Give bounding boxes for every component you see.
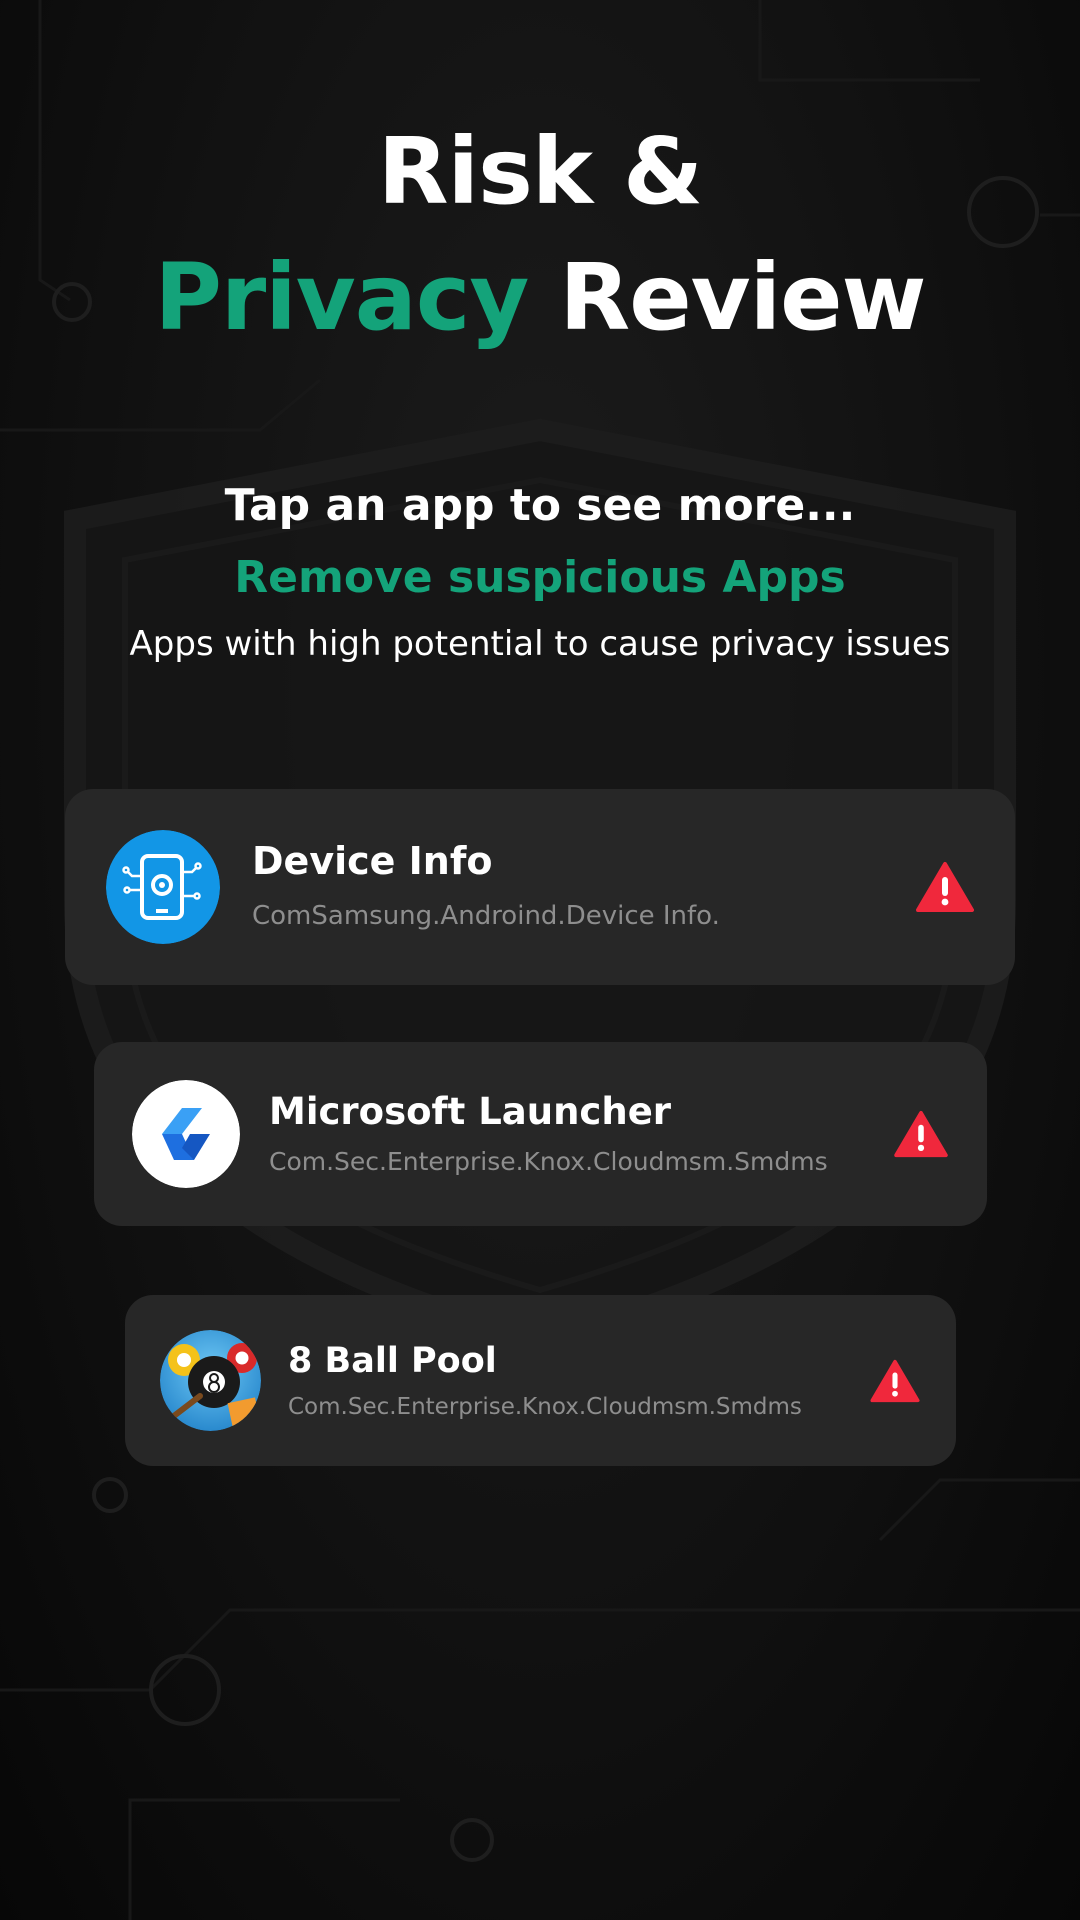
app-name: Microsoft Launcher (269, 1090, 672, 1133)
warning-icon (870, 1359, 920, 1403)
app-name: Device Info (252, 839, 493, 883)
app-card-microsoft-launcher[interactable]: Microsoft Launcher Com.Sec.Enterprise.Kn… (94, 1042, 987, 1226)
page-title-line2: Privacy Review (0, 252, 1080, 344)
8-ball-pool-icon (160, 1330, 261, 1431)
title-text-risk: Risk & (377, 118, 704, 225)
app-package: Com.Sec.Enterprise.Knox.Cloudmsm.Smdms (269, 1147, 828, 1176)
title-text-privacy: Privacy (154, 244, 529, 351)
app-card-8-ball-pool[interactable]: 8 Ball Pool Com.Sec.Enterprise.Knox.Clou… (125, 1295, 956, 1466)
remove-suspicious-heading: Remove suspicious Apps (234, 552, 846, 603)
device-info-icon (106, 830, 220, 944)
privacy-description: Apps with high potential to cause privac… (129, 624, 951, 664)
warning-icon (916, 862, 974, 912)
app-name: 8 Ball Pool (288, 1341, 497, 1381)
warning-icon (894, 1110, 948, 1158)
app-package: ComSamsung.Androind.Device Info. (252, 901, 720, 931)
tap-instruction: Tap an app to see more... (224, 480, 856, 531)
app-package: Com.Sec.Enterprise.Knox.Cloudmsm.Smdms (288, 1394, 802, 1420)
page-title-line1: Risk & (0, 126, 1080, 218)
app-card-device-info[interactable]: Device Info ComSamsung.Androind.Device I… (65, 789, 1015, 985)
microsoft-launcher-icon (132, 1080, 240, 1188)
title-text-review: Review (559, 244, 926, 351)
